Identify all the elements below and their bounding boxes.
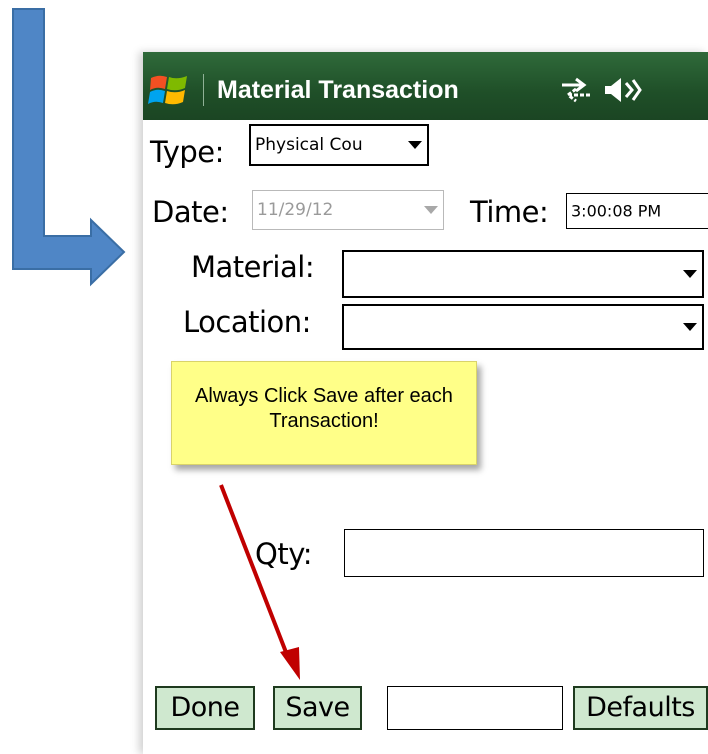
date-value: 11/29/12 [257,200,334,220]
chevron-down-icon [683,270,697,278]
date-label: Date: [152,195,229,229]
blank-button[interactable] [387,686,563,730]
volume-icon[interactable] [602,75,642,105]
qty-field[interactable] [344,529,704,577]
windows-start-icon[interactable] [147,68,193,114]
time-label: Time: [470,195,549,229]
defaults-button[interactable]: Defaults [573,686,708,730]
time-value: 3:00:08 PM [571,201,662,221]
chevron-down-icon [424,206,438,214]
save-reminder-callout: Always Click Save after each Transaction… [171,361,477,465]
sync-icon[interactable] [558,77,594,103]
material-label: Material: [191,250,315,284]
done-button[interactable]: Done [155,686,255,730]
mobile-app-screen: Material Transaction Type: Physical Cou … [143,52,708,754]
chevron-down-icon [683,323,697,331]
save-button[interactable]: Save [273,686,362,730]
chevron-down-icon [408,141,422,149]
window-title: Material Transaction [217,76,459,104]
time-field[interactable]: 3:00:08 PM [566,193,708,229]
location-label: Location: [183,305,311,339]
type-label: Type: [150,135,224,169]
qty-label: Qty: [255,537,313,571]
type-dropdown[interactable]: Physical Cou [249,124,429,166]
material-dropdown[interactable] [342,250,704,298]
type-value: Physical Cou [255,135,363,155]
title-bar: Material Transaction [143,52,708,120]
title-separator [203,74,204,106]
date-picker[interactable]: 11/29/12 [252,190,444,230]
location-dropdown[interactable] [342,304,704,350]
